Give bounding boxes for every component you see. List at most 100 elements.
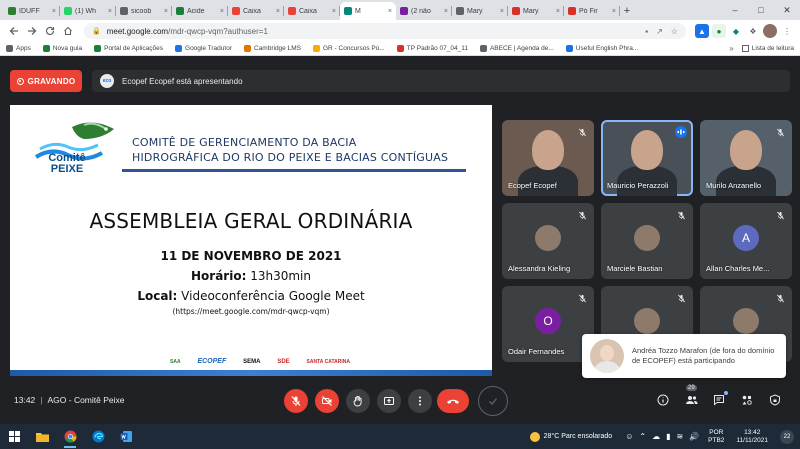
maximize-button[interactable]: □	[748, 0, 774, 20]
bookmark-favicon-icon	[396, 45, 404, 52]
participant-tile[interactable]: A Allan Charles Me...	[700, 203, 792, 279]
cloud-icon[interactable]: ☁	[652, 432, 660, 441]
browser-tab[interactable]: M ×	[340, 2, 396, 20]
reload-button[interactable]	[42, 23, 58, 39]
meeting-details-button[interactable]	[654, 391, 672, 409]
people-button[interactable]: 29	[682, 385, 700, 409]
browser-tab[interactable]: (1) Wh ×	[60, 2, 116, 20]
recording-badge: GRAVANDO	[10, 70, 82, 92]
tab-close-icon[interactable]: ×	[556, 8, 560, 15]
edge-taskbar-button[interactable]	[84, 424, 112, 449]
more-options-button[interactable]	[408, 389, 432, 413]
browser-tab[interactable]: sicoob ×	[116, 2, 172, 20]
share-icon[interactable]: ↗	[656, 27, 663, 36]
extension-icon-green[interactable]: ●	[712, 24, 726, 38]
new-tab-button[interactable]: +	[620, 2, 634, 20]
tab-close-icon[interactable]: ×	[164, 8, 168, 15]
tab-close-icon[interactable]: ×	[52, 8, 56, 15]
bookmark-label: ABECE | Agenda de...	[489, 45, 554, 52]
url-field[interactable]: 🔒 meet.google.com /mdr-qwcp-vqm?authuser…	[84, 23, 686, 39]
chrome-taskbar-button[interactable]	[56, 424, 84, 449]
present-button[interactable]	[377, 389, 401, 413]
camera-toggle-button[interactable]	[315, 389, 339, 413]
extension-icon-blue[interactable]: ▲	[695, 24, 709, 38]
bookmark-star-icon[interactable]: ☆	[671, 27, 678, 36]
wifi-icon[interactable]: ≋	[676, 432, 683, 441]
camera-in-use-icon[interactable]: ▪	[645, 27, 648, 36]
mic-toggle-button[interactable]	[284, 389, 308, 413]
people-tray-icon[interactable]: ☺	[625, 432, 633, 441]
tab-favicon-icon	[568, 7, 576, 15]
tab-close-icon[interactable]: ×	[108, 8, 112, 15]
browser-tab[interactable]: Mary ×	[452, 2, 508, 20]
tab-favicon-icon	[344, 7, 352, 15]
tab-close-icon[interactable]: ×	[444, 8, 448, 15]
tab-label: (1) Wh	[75, 7, 96, 15]
tab-close-icon[interactable]: ×	[612, 8, 616, 15]
join-notification[interactable]: Andréa Tozzo Marafon (de fora do domínio…	[582, 334, 786, 378]
volume-icon[interactable]: 🔊	[689, 432, 699, 441]
puzzle-icon[interactable]: ❖	[746, 24, 760, 38]
apps-bookmark[interactable]: Apps	[6, 45, 31, 52]
home-button[interactable]	[60, 23, 76, 39]
bookmark-item[interactable]: Cambridge LMS	[244, 45, 301, 52]
extension-icon-teal[interactable]: ◆	[729, 24, 743, 38]
notification-center-button[interactable]: 22	[780, 429, 794, 444]
chat-button[interactable]	[710, 391, 728, 409]
bookmark-item[interactable]: Nova guia	[42, 45, 82, 52]
bookmark-item[interactable]: TP Padrão 07_04_11	[396, 45, 468, 52]
slide-time-label: Horário:	[191, 269, 247, 283]
bookmark-item[interactable]: Portal de Aplicações	[94, 45, 163, 52]
bookmark-item[interactable]: Google Tradutor	[175, 45, 232, 52]
start-button[interactable]	[0, 424, 28, 449]
recording-label: GRAVANDO	[27, 76, 76, 86]
bookmark-item[interactable]: ABECE | Agenda de...	[479, 45, 554, 52]
weather-sun-icon	[529, 431, 540, 442]
back-button[interactable]	[6, 23, 22, 39]
reading-list-button[interactable]: Lista de leitura	[741, 45, 794, 52]
participant-tile[interactable]: Mauricio Perazzoli	[601, 120, 693, 196]
browser-tab[interactable]: Mary ×	[508, 2, 564, 20]
browser-tab[interactable]: Caixa ×	[228, 2, 284, 20]
bookmark-favicon-icon	[94, 45, 102, 52]
weather-widget[interactable]: 28°C Parc ensolarado	[529, 431, 612, 442]
forward-button[interactable]	[24, 23, 40, 39]
tab-close-icon[interactable]: ×	[276, 8, 280, 15]
raise-hand-button[interactable]	[346, 389, 370, 413]
file-explorer-button[interactable]	[28, 424, 56, 449]
participant-tile[interactable]: Ecopef Ecopef	[502, 120, 594, 196]
browser-tab[interactable]: IDUFF ×	[4, 2, 60, 20]
meeting-name: AGO - Comitê Peixe	[47, 395, 125, 405]
activities-button[interactable]	[738, 391, 756, 409]
tab-close-icon[interactable]: ×	[332, 8, 336, 15]
battery-icon[interactable]: ▮	[666, 432, 670, 441]
presenting-text: Ecopef Ecopef está apresentando	[122, 76, 243, 86]
more-bookmarks-icon[interactable]: »	[729, 44, 733, 53]
chevron-up-icon[interactable]: ⌃	[639, 432, 646, 441]
minimize-button[interactable]: –	[722, 0, 748, 20]
participant-tile[interactable]: O Odair Fernandes	[502, 286, 594, 362]
word-taskbar-button[interactable]	[112, 424, 140, 449]
bookmark-item[interactable]: GR - Concursos Pú...	[312, 45, 385, 52]
tab-close-icon[interactable]: ×	[220, 8, 224, 15]
browser-tab[interactable]: Acide ×	[172, 2, 228, 20]
leave-call-button[interactable]	[437, 389, 469, 413]
people-icon	[685, 396, 698, 404]
close-window-button[interactable]: ✕	[774, 0, 800, 20]
language-indicator[interactable]: POR PTB2	[708, 429, 724, 445]
browser-tab[interactable]: (2 não ×	[396, 2, 452, 20]
sde-logo: SDE	[277, 359, 290, 365]
tab-close-icon[interactable]: ×	[388, 8, 392, 15]
participant-tile[interactable]: Alessandra Kieling	[502, 203, 594, 279]
browser-tab[interactable]: Pó Fir ×	[564, 2, 620, 20]
participant-tile[interactable]: Marciele Bastian	[601, 203, 693, 279]
participant-tile[interactable]: Murilo Anzanello	[700, 120, 792, 196]
browser-tab[interactable]: Caixa ×	[284, 2, 340, 20]
avatar[interactable]	[763, 24, 777, 38]
slide-header-line-2: HIDROGRÁFICA DO RIO DO PEIXE E BACIAS CO…	[132, 151, 449, 164]
bookmark-item[interactable]: Useful English Phra...	[565, 45, 638, 52]
host-controls-button[interactable]	[766, 391, 784, 409]
taskbar-clock[interactable]: 13:42 11/11/2021	[736, 429, 768, 445]
tab-close-icon[interactable]: ×	[500, 8, 504, 15]
menu-kebab-icon[interactable]: ⋮	[780, 24, 794, 38]
